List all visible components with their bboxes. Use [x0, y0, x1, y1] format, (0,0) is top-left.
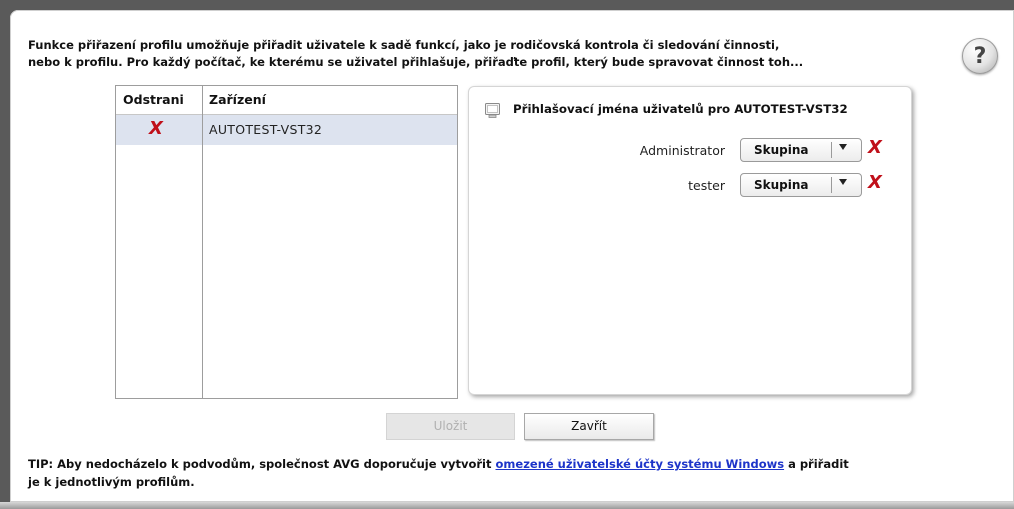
select-divider	[831, 177, 832, 193]
dialog-bottom-edge	[0, 502, 1014, 509]
restricted-accounts-link[interactable]: omezené uživatelské účty systému Windows	[496, 457, 785, 471]
intro-text: Funkce přiřazení profilu umožňuje přiřad…	[28, 37, 948, 71]
computer-icon	[485, 103, 500, 118]
tip-suffix: a přiřadit	[784, 457, 849, 471]
user-name-label: tester	[688, 178, 725, 193]
remove-user-icon[interactable]: X	[868, 137, 882, 158]
save-button[interactable]: Uložit	[386, 413, 515, 440]
chevron-down-icon	[839, 179, 847, 185]
profile-select-value: Skupina	[754, 178, 809, 192]
intro-line-2: nebo k profilu. Pro každý počítač, ke kt…	[28, 55, 804, 69]
profile-select[interactable]: Skupina	[740, 173, 862, 197]
select-divider	[831, 142, 832, 158]
chevron-down-icon	[839, 144, 847, 150]
remove-user-icon[interactable]: X	[868, 172, 882, 193]
tip-line-2: je k jednotlivým profilům.	[28, 475, 195, 489]
device-table-header: Odstrani Zařízení	[116, 86, 457, 115]
help-icon[interactable]: ?	[962, 38, 998, 74]
column-header-device[interactable]: Zařízení	[209, 92, 266, 107]
user-name-label: Administrator	[639, 143, 725, 158]
tip-text: TIP: Aby nedocházelo k podvodům, společn…	[28, 455, 1008, 491]
user-logins-panel: Přihlašovací jména uživatelů pro AUTOTES…	[468, 86, 912, 395]
user-row-administrator: Administrator Skupina X	[469, 137, 911, 162]
profile-select[interactable]: Skupina	[740, 138, 862, 162]
remove-device-icon[interactable]: X	[149, 118, 163, 139]
device-name: AUTOTEST-VST32	[209, 122, 323, 137]
column-divider	[202, 86, 203, 398]
user-row-tester: tester Skupina X	[469, 172, 911, 197]
panel-title: Přihlašovací jména uživatelů pro AUTOTES…	[513, 102, 848, 116]
intro-line-1: Funkce přiřazení profilu umožňuje přiřad…	[28, 38, 780, 52]
column-header-remove[interactable]: Odstrani	[123, 92, 184, 107]
tip-prefix: TIP: Aby nedocházelo k podvodům, společn…	[28, 457, 496, 471]
close-button[interactable]: Zavřít	[524, 413, 654, 440]
table-row[interactable]: X AUTOTEST-VST32	[116, 115, 457, 145]
device-table: Odstrani Zařízení X AUTOTEST-VST32	[115, 85, 458, 399]
tip-line-1: TIP: Aby nedocházelo k podvodům, společn…	[28, 455, 1008, 473]
profile-select-value: Skupina	[754, 143, 809, 157]
